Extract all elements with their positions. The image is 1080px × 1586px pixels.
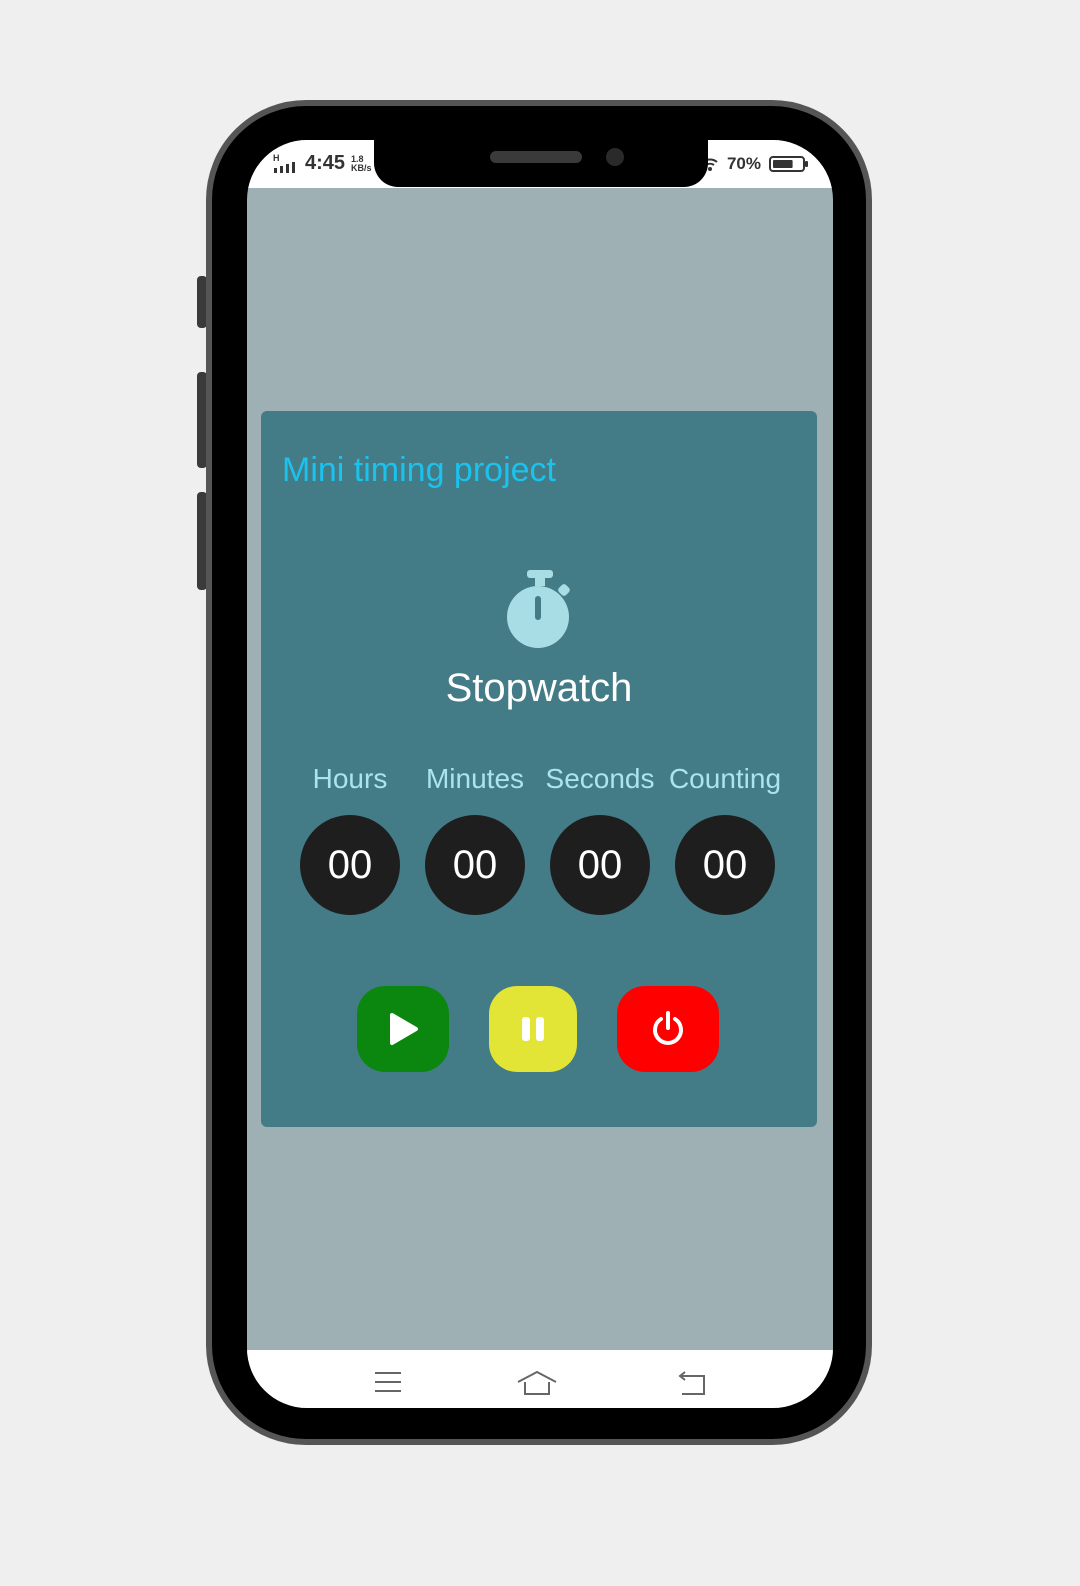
minutes-display: 00 — [425, 815, 525, 915]
stopwatch-heading: Stopwatch — [445, 666, 633, 710]
counting-label: Counting — [668, 763, 782, 794]
power-icon — [653, 1011, 683, 1045]
hours-display: 00 — [300, 815, 400, 915]
speed-unit: KB/s — [351, 162, 372, 173]
battery-icon — [769, 156, 808, 172]
front-camera — [606, 148, 624, 166]
svg-text:H: H — [273, 153, 280, 163]
camera-notch — [374, 139, 708, 187]
status-time: 4:45 — [305, 152, 346, 174]
navigation-bar — [247, 1350, 833, 1408]
network-speed: 1.8 KB/s — [351, 154, 372, 173]
pause-icon — [522, 1017, 544, 1041]
menu-icon[interactable] — [373, 1370, 403, 1394]
battery-percent: 70% — [726, 154, 761, 173]
app-title: Mini timing project — [282, 451, 556, 489]
minutes-label: Minutes — [425, 763, 525, 794]
earpiece-speaker — [490, 151, 582, 163]
start-button[interactable] — [357, 986, 449, 1072]
home-icon[interactable] — [516, 1370, 558, 1396]
reset-button[interactable] — [617, 986, 719, 1072]
stopwatch-icon — [507, 570, 570, 648]
counting-display: 00 — [675, 815, 775, 915]
phone-screen: H 4:45 1.8 KB/s 70% Mini timing project … — [247, 140, 833, 1408]
back-icon[interactable] — [677, 1370, 707, 1396]
signal-icon: H — [273, 153, 295, 173]
seconds-label: Seconds — [545, 763, 655, 794]
stopwatch-card: Mini timing project Stopwatch Hours Minu… — [261, 411, 817, 1127]
hours-label: Hours — [312, 763, 388, 794]
seconds-display: 00 — [550, 815, 650, 915]
pause-button[interactable] — [489, 986, 577, 1072]
play-icon — [390, 1013, 418, 1045]
